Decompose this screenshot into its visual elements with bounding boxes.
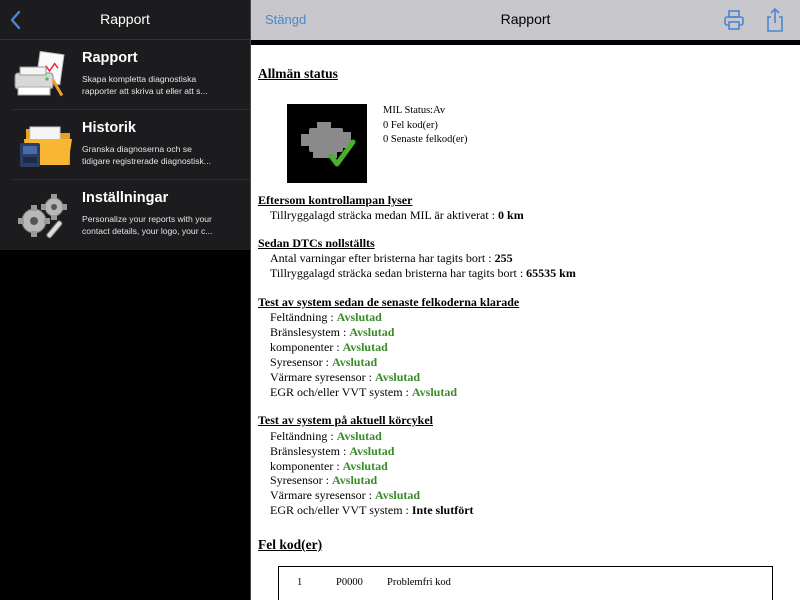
test-row: komponenter : Avslutad <box>270 340 388 355</box>
test-status: Avslutad <box>374 488 421 502</box>
fault-code-index: 1 <box>297 577 303 588</box>
mil-on-distance: Tillryggalagd sträcka medan MIL är aktiv… <box>270 208 524 223</box>
test-row: Bränslesystem : Avslutad <box>270 444 394 459</box>
test-status: Avslutad <box>342 340 388 354</box>
test-row: EGR och/eller VVT system : Inte slutfört <box>270 503 474 518</box>
general-status-heading: Allmän status <box>258 66 338 81</box>
mil-status: MIL Status:Av <box>383 105 446 116</box>
share-button[interactable] <box>765 7 785 33</box>
menu-item-description: Skapa kompletta diagnostiska rapporter a… <box>82 73 232 97</box>
current-cycle-tests-heading: Test av system på aktuell körcykel <box>258 413 434 427</box>
test-status: Avslutad <box>332 473 378 487</box>
test-label: Syresensor : <box>270 473 332 487</box>
report-printer-icon <box>12 49 74 101</box>
recent-fault-code-count: 0 Senaste felkod(er) <box>383 134 468 145</box>
sidebar-header: Rapport <box>0 0 250 40</box>
engine-status-image <box>287 104 367 183</box>
test-label: Bränslesystem : <box>270 325 350 339</box>
test-row: Värmare syresensor : Avslutad <box>270 370 420 385</box>
test-row: Syresensor : Avslutad <box>270 355 377 370</box>
field-label: Tillryggalagd sträcka medan MIL är aktiv… <box>270 208 499 222</box>
menu-item-description: Granska diagnoserna och se tidigare regi… <box>82 143 232 167</box>
share-icon <box>767 7 783 32</box>
field-value: 65535 km <box>526 266 576 280</box>
description-line: Skapa kompletta diagnostiska <box>82 74 197 84</box>
test-label: komponenter : <box>270 459 343 473</box>
test-row: EGR och/eller VVT system : Avslutad <box>270 385 457 400</box>
report-pane: Stängd Rapport Allmän status MIL Status:… <box>251 0 800 600</box>
menu-item-settings[interactable]: Inställningar Personalize your reports w… <box>0 180 250 250</box>
test-label: EGR och/eller VVT system : <box>270 503 412 517</box>
report-header: Stängd Rapport <box>251 0 800 40</box>
test-label: Feltändning : <box>270 310 337 324</box>
field-value: 255 <box>494 251 513 265</box>
settings-gears-icon <box>12 189 74 241</box>
since-clear-tests-heading: Test av system sedan de senaste felkoder… <box>258 295 520 309</box>
warmups-since-clear: Antal varningar efter bristerna har tagi… <box>270 251 513 266</box>
test-status: Avslutad <box>332 355 378 369</box>
description-line: contact details, your logo, your c... <box>82 226 213 236</box>
fault-codes-heading: Fel kod(er) <box>258 537 323 552</box>
dtcs-cleared-heading: Sedan DTCs nollställts <box>258 236 375 250</box>
test-status: Avslutad <box>411 385 457 399</box>
test-row: komponenter : Avslutad <box>270 459 388 474</box>
fault-code-count: 0 Fel kod(er) <box>383 120 438 131</box>
test-status: Avslutad <box>349 444 395 458</box>
menu-item-title: Inställningar <box>82 190 169 206</box>
description-line: Personalize your reports with your <box>82 214 212 224</box>
mil-on-heading: Eftersom kontrollampan lyser <box>258 193 413 207</box>
left-sidebar: Rapport Rapport Skapa kompletta diagnost… <box>0 0 250 600</box>
test-status: Avslutad <box>336 429 382 443</box>
test-status: Avslutad <box>349 325 395 339</box>
test-status: Inte slutfört <box>411 503 474 517</box>
test-label: komponenter : <box>270 340 343 354</box>
report-content: Allmän status MIL Status:Av 0 Fel kod(er… <box>251 45 800 600</box>
menu-item-report[interactable]: Rapport Skapa kompletta diagnostiska rap… <box>0 40 250 110</box>
description-line: rapporter att skriva ut eller att s... <box>82 86 208 96</box>
menu-item-title: Historik <box>82 120 136 136</box>
test-status: Avslutad <box>342 459 388 473</box>
menu-item-history[interactable]: Historik Granska diagnoserna och se tidi… <box>0 110 250 180</box>
fault-code-description: Problemfri kod <box>387 577 451 588</box>
test-row: Värmare syresensor : Avslutad <box>270 488 420 503</box>
test-status: Avslutad <box>336 310 382 324</box>
sidebar-title: Rapport <box>100 11 150 27</box>
engine-check-icon <box>301 122 356 167</box>
menu-item-description: Personalize your reports with your conta… <box>82 213 232 237</box>
test-row: Feltändning : Avslutad <box>270 310 382 325</box>
test-row: Feltändning : Avslutad <box>270 429 382 444</box>
field-label: Antal varningar efter bristerna har tagi… <box>270 251 495 265</box>
test-row: Syresensor : Avslutad <box>270 473 377 488</box>
test-label: EGR och/eller VVT system : <box>270 385 412 399</box>
test-label: Värmare syresensor : <box>270 488 375 502</box>
printer-icon <box>724 10 744 30</box>
history-folder-icon <box>12 119 74 171</box>
description-line: tidigare registrerade diagnostisk... <box>82 156 211 166</box>
field-value: 0 km <box>498 208 524 222</box>
print-button[interactable] <box>723 9 745 31</box>
test-label: Syresensor : <box>270 355 332 369</box>
test-label: Bränslesystem : <box>270 444 350 458</box>
field-label: Tillryggalagd sträcka sedan bristerna ha… <box>270 266 527 280</box>
menu-item-title: Rapport <box>82 50 138 66</box>
fault-codes-table: 1 P0000 Problemfri kod <box>278 566 773 600</box>
test-label: Feltändning : <box>270 429 337 443</box>
test-row: Bränslesystem : Avslutad <box>270 325 394 340</box>
description-line: Granska diagnoserna och se <box>82 144 192 154</box>
report-title: Rapport <box>500 11 551 27</box>
test-label: Värmare syresensor : <box>270 370 375 384</box>
distance-since-clear: Tillryggalagd sträcka sedan bristerna ha… <box>270 266 576 281</box>
fault-code: P0000 <box>336 577 363 588</box>
test-status: Avslutad <box>374 370 421 384</box>
